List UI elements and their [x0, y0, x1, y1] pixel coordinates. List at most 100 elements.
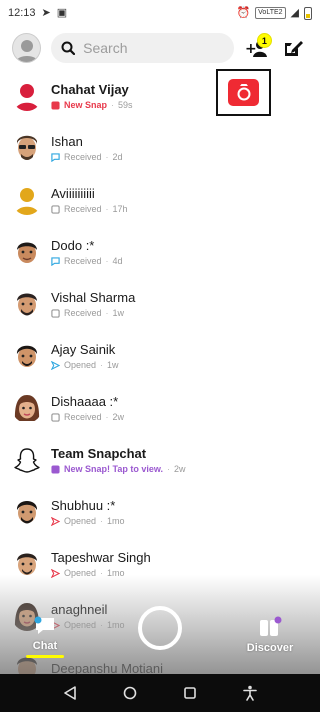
chat-row[interactable]: Tapeshwar Singh Opened · 1mo — [0, 538, 320, 590]
chat-name: Tapeshwar Singh — [51, 550, 151, 565]
nav-discover-tab[interactable]: Discover — [240, 616, 300, 666]
chat-row[interactable]: Aviiiiiiiiii Received · 17h — [0, 174, 320, 226]
status-bar: 12:13 ➤ ▣ ⏰ VoLTE2 ◢ — [0, 0, 320, 26]
received-chat-icon — [51, 152, 60, 162]
opened-snap-icon — [51, 516, 60, 526]
chat-status: New Snap! Tap to view. — [64, 464, 164, 474]
chat-status: Received — [64, 308, 102, 318]
discover-icon — [260, 616, 282, 636]
avatar — [12, 289, 42, 319]
alarm-icon: ⏰ — [236, 6, 251, 19]
chat-time: 1mo — [107, 516, 125, 526]
avatar — [12, 81, 42, 111]
search-bar[interactable]: Search — [51, 33, 234, 63]
chat-status: Opened — [64, 516, 97, 526]
chat-time: 17h — [112, 204, 128, 214]
chat-time: 2w — [112, 412, 125, 422]
new-snap-icon — [51, 464, 60, 474]
chat-time: 1w — [107, 360, 119, 370]
avatar — [12, 497, 42, 527]
chat-meta: New Snap! Tap to view. · 2w — [51, 464, 186, 474]
user-silhouette-icon — [15, 84, 39, 111]
friend-request-badge: 1 — [256, 33, 272, 48]
nav-chat-tab[interactable]: Chat — [18, 616, 72, 666]
search-icon — [61, 41, 76, 55]
profile-avatar[interactable] — [12, 33, 42, 63]
chat-status: Received — [64, 412, 102, 422]
signal-icon: ◢ — [290, 6, 299, 19]
new-chat-icon — [285, 41, 304, 56]
chat-status: Received — [64, 204, 102, 214]
chat-status: Opened — [64, 360, 97, 370]
recents-icon[interactable] — [183, 686, 197, 700]
chat-meta: Opened · 1mo — [51, 568, 151, 578]
bitmoji-avatar-icon — [16, 501, 38, 524]
opened-chat-icon — [51, 360, 60, 370]
chat-meta: Received · 2w — [51, 412, 124, 422]
chat-name: anaghneil — [51, 602, 108, 617]
chat-time: 59s — [118, 100, 133, 110]
avatar — [12, 237, 42, 267]
bitmoji-avatar-icon — [17, 135, 37, 160]
chat-time: 1mo — [107, 620, 125, 630]
chat-meta: Opened · 1w — [51, 360, 119, 370]
nav-discover-label: Discover — [246, 642, 294, 654]
avatar — [12, 185, 42, 215]
nav-chat-label: Chat — [32, 640, 58, 652]
chat-status: Opened — [64, 568, 97, 578]
chat-status: Received — [64, 152, 102, 162]
chat-name: Dishaaaa :* — [51, 394, 119, 409]
chat-time: 1mo — [107, 568, 125, 578]
capture-button[interactable] — [138, 606, 182, 650]
bitmoji-avatar-icon — [16, 345, 38, 367]
avatar — [12, 133, 42, 163]
received-snap-icon — [51, 308, 60, 318]
avatar — [12, 393, 42, 423]
chat-time: 2w — [174, 464, 186, 474]
avatar — [12, 549, 42, 579]
user-silhouette-icon — [15, 40, 38, 62]
chat-row[interactable]: Ishan Received · 2d — [0, 122, 320, 174]
chat-meta: Received · 4d — [51, 256, 123, 266]
chat-meta: Opened · 1mo — [51, 516, 125, 526]
chat-row[interactable]: Team Snapchat New Snap! Tap to view. · 2… — [0, 434, 320, 486]
chat-row[interactable]: Dodo :* Received · 4d — [0, 226, 320, 278]
chat-row[interactable]: Chahat Vijay New Snap · 59s — [0, 70, 320, 122]
accessibility-icon[interactable] — [243, 685, 257, 701]
chat-row[interactable]: Dishaaaa :* Received · 2w — [0, 382, 320, 434]
add-friend-button[interactable]: + 1 — [242, 33, 272, 63]
home-icon[interactable] — [123, 686, 137, 700]
active-tab-indicator — [26, 655, 64, 658]
bitmoji-avatar-icon — [17, 242, 37, 263]
bitmoji-avatar-icon — [14, 395, 40, 421]
system-nav-bar — [0, 674, 320, 712]
bitmoji-avatar-icon — [17, 293, 37, 316]
back-icon[interactable] — [63, 686, 77, 700]
chat-row[interactable]: Vishal Sharma Received · 1w — [0, 278, 320, 330]
chat-row[interactable]: Shubhuu :* Opened · 1mo — [0, 486, 320, 538]
chat-meta: Received · 17h — [51, 204, 128, 214]
search-placeholder: Search — [83, 40, 128, 56]
send-arrow-icon: ➤ — [41, 6, 51, 19]
chat-status: New Snap — [64, 100, 108, 110]
gallery-icon: ▣ — [56, 6, 68, 19]
chat-name: Vishal Sharma — [51, 290, 136, 305]
received-chat-icon — [51, 256, 60, 266]
status-time: 12:13 — [8, 7, 36, 19]
chat-name: Chahat Vijay — [51, 82, 129, 97]
chat-row[interactable]: Ajay Sainik Opened · 1w — [0, 330, 320, 382]
chat-time: 2d — [112, 152, 123, 162]
avatar — [12, 341, 42, 371]
snapchat-ghost-icon — [14, 448, 40, 473]
avatar — [12, 445, 42, 475]
chat-name: Shubhuu :* — [51, 498, 116, 513]
chat-meta: Received · 2d — [51, 152, 123, 162]
chat-meta: New Snap · 59s — [51, 100, 133, 110]
new-chat-button[interactable] — [279, 33, 308, 63]
chat-time: 1w — [112, 308, 125, 318]
chat-name: Aviiiiiiiiii — [51, 186, 95, 201]
chat-meta: Received · 1w — [51, 308, 135, 318]
opened-snap-icon — [51, 568, 60, 578]
camera-reply-button[interactable] — [228, 79, 259, 106]
chat-time: 4d — [112, 256, 123, 266]
